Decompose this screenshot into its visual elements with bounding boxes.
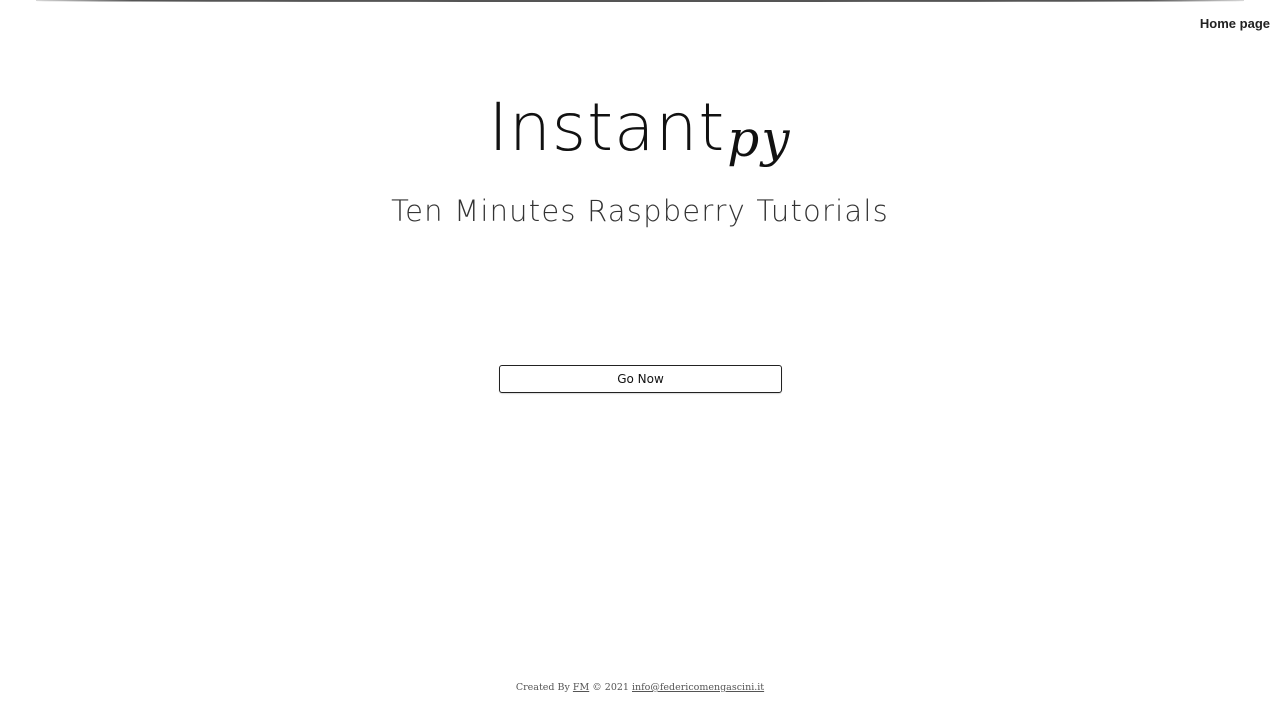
top-divider bbox=[36, 0, 1244, 2]
footer-created-by: Created By bbox=[515, 682, 570, 693]
footer-author-link[interactable]: FM bbox=[573, 682, 589, 693]
footer-copyright: © 2021 bbox=[592, 682, 629, 693]
hero-subtitle: Ten Minutes Raspberry Tutorials bbox=[391, 194, 889, 228]
hero-title-suffix: py bbox=[727, 110, 792, 168]
hero-title-main: Instant bbox=[488, 89, 726, 166]
footer: Created By FM © 2021 info@federicomengas… bbox=[0, 682, 1280, 693]
hero-title: Instantpy bbox=[0, 88, 1280, 173]
go-now-button[interactable]: Go Now bbox=[499, 365, 782, 393]
page: Home page Instantpy Ten Minutes Raspberr… bbox=[0, 0, 1280, 719]
footer-email-link[interactable]: info@federicomengascini.it bbox=[632, 682, 764, 693]
nav-home-link[interactable]: Home page bbox=[1200, 16, 1270, 31]
